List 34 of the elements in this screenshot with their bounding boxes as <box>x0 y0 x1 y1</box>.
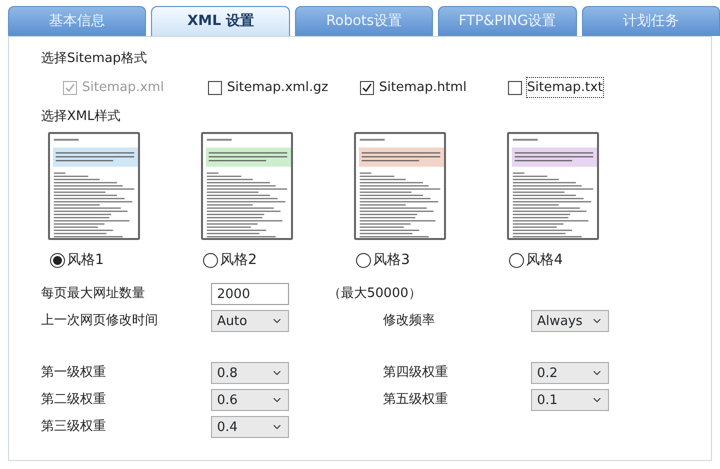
input-field[interactable]: 2000 <box>211 283 289 305</box>
radio-label[interactable]: 风格3 <box>373 250 410 271</box>
field-label: 第一级权重 <box>41 364 107 382</box>
field-label: 第二级权重 <box>41 391 107 410</box>
checkbox[interactable] <box>360 80 374 94</box>
checkbox-label[interactable]: Sitemap.html <box>379 78 467 98</box>
radio-label[interactable]: 风格4 <box>526 250 563 271</box>
radio-label[interactable]: 风格2 <box>220 250 257 271</box>
radio-button[interactable] <box>356 253 371 268</box>
checkbox[interactable] <box>508 80 522 94</box>
radio-button[interactable] <box>509 253 524 268</box>
section-heading: 选择XML样式 <box>41 108 120 126</box>
field-label: 每页最大网址数量 <box>41 285 146 304</box>
dropdown[interactable]: 0.4 <box>211 416 289 438</box>
dropdown[interactable]: 0.1 <box>531 389 609 411</box>
checkbox-label[interactable]: Sitemap.txt <box>527 78 603 98</box>
hint-text: （最大50000） <box>328 285 422 304</box>
section-heading: 选择Sitemap格式 <box>41 50 147 68</box>
dropdown[interactable]: Auto <box>211 310 289 332</box>
checkbox[interactable] <box>208 80 222 94</box>
field-label: 修改频率 <box>383 312 436 330</box>
radio-label[interactable]: 风格1 <box>67 250 104 271</box>
field-label: 第四级权重 <box>383 364 449 382</box>
radio-button[interactable] <box>203 253 218 268</box>
field-label: 第五级权重 <box>383 391 449 410</box>
field-label: 第三级权重 <box>41 418 107 436</box>
checkbox-label[interactable]: Sitemap.xml.gz <box>227 78 328 98</box>
dropdown[interactable]: 0.8 <box>211 362 289 384</box>
field-label: 上一次网页修改时间 <box>41 312 159 330</box>
dropdown[interactable]: 0.2 <box>531 362 609 384</box>
dropdown[interactable]: Always <box>531 310 609 332</box>
dropdown[interactable]: 0.6 <box>211 389 289 411</box>
tab[interactable]: XML 设置 <box>151 6 290 36</box>
radio-button[interactable] <box>50 253 65 268</box>
